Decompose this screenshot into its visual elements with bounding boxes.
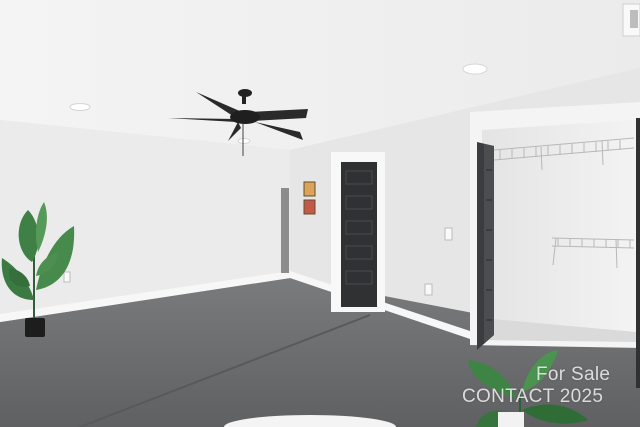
light-switch [444,227,453,241]
room-photo [0,0,640,427]
outlet [424,283,433,296]
closet-bifold-door-panel [484,144,494,343]
recessed-light [69,103,91,111]
closet-door-right-edge [636,118,640,388]
wall-art [303,199,316,215]
recessed-light [237,138,251,144]
watermark-line-2: CONTACT 2025 [462,386,604,407]
air-vent-grille [630,10,638,28]
hallway-opening [281,188,289,273]
recessed-light [462,63,488,75]
wall-art [303,181,316,197]
watermark: For Sale CONTACT 2025 [462,364,622,408]
watermark-line-1: For Sale [536,364,611,385]
outlet [63,271,71,283]
closet-interior [482,120,636,342]
